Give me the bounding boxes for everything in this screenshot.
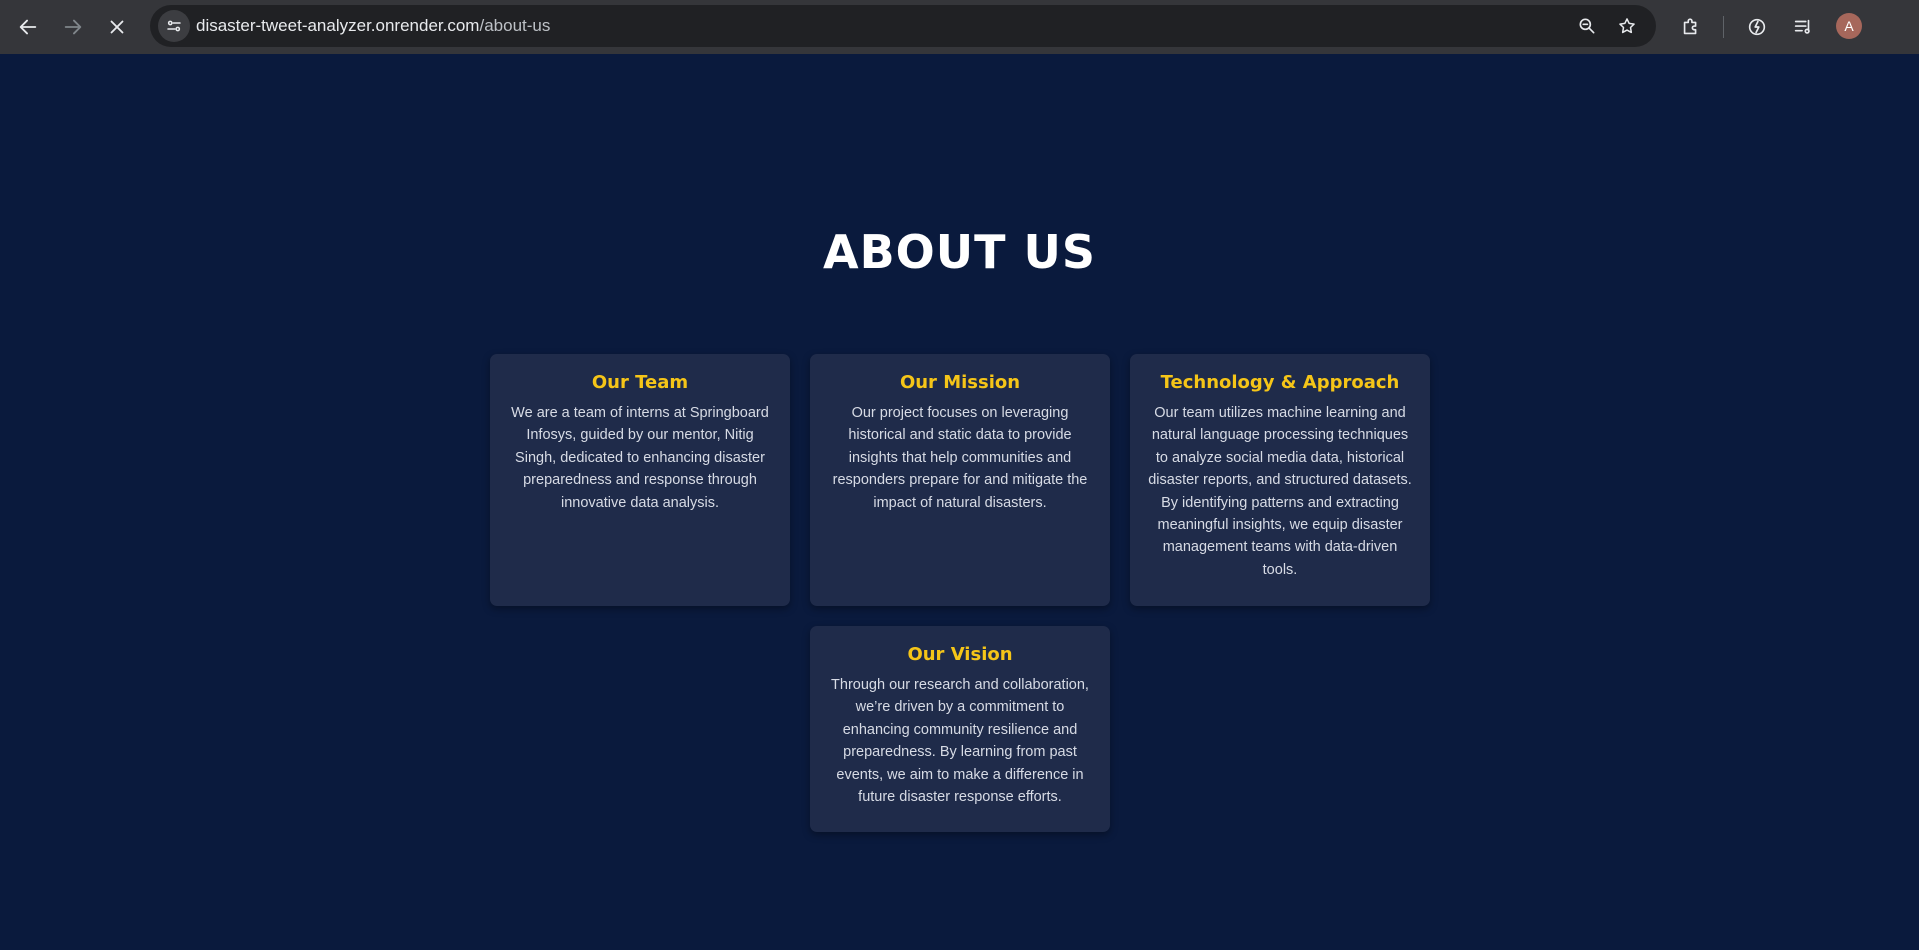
forward-button[interactable] [55, 9, 91, 45]
card-title: Our Team [591, 372, 689, 393]
card-text: Our project focuses on leveraging histor… [832, 405, 1088, 511]
card-technology-approach: Technology & Approach Our team utilizes … [1130, 354, 1430, 606]
browser-toolbar: disaster-tweet-analyzer.onrender.com/abo… [0, 0, 1919, 54]
card-text: Through our research and collaboration, … [831, 677, 1089, 806]
leaf-speed-icon [1748, 18, 1766, 36]
zoom-icon [1579, 18, 1595, 34]
extensions-button[interactable] [1676, 12, 1706, 42]
close-icon [110, 20, 124, 34]
toolbar-divider [1723, 16, 1724, 38]
puzzle-icon [1683, 18, 1697, 35]
profile-avatar[interactable]: A [1836, 13, 1862, 39]
card-text: Our team utilizes machine learning and n… [1148, 405, 1412, 578]
card-title: Our Vision [907, 644, 1013, 665]
media-queue-icon [1794, 19, 1810, 34]
media-controls-button[interactable] [1788, 12, 1818, 42]
performance-button[interactable] [1742, 12, 1772, 42]
page-title: ABOUT US [823, 225, 1096, 279]
card-our-mission: Our Mission Our project focuses on lever… [810, 354, 1110, 606]
card-title: Technology & Approach [1160, 372, 1400, 393]
url-path: /about-us [479, 16, 551, 35]
arrow-left-icon [19, 19, 37, 35]
card-our-team: Our Team We are a team of interns at Spr… [490, 354, 790, 606]
about-us-page: ABOUT US Our Team We are a team of inter… [0, 54, 1919, 950]
card-our-vision: Our Vision Through our research and coll… [810, 626, 1110, 832]
card-title: Our Mission [899, 372, 1021, 393]
bookmark-button[interactable] [1614, 13, 1640, 39]
url-domain: disaster-tweet-analyzer.onrender.com [196, 16, 480, 35]
star-icon [1619, 18, 1635, 34]
back-button[interactable] [10, 9, 46, 45]
arrow-right-icon [64, 19, 82, 35]
url-text[interactable]: disaster-tweet-analyzer.onrender.com/abo… [196, 15, 550, 37]
zoom-button[interactable] [1574, 13, 1600, 39]
card-text: We are a team of interns at Springboard … [511, 405, 769, 511]
stop-loading-button[interactable] [99, 9, 135, 45]
tune-icon [167, 20, 181, 32]
site-info-button[interactable] [158, 10, 190, 42]
address-bar[interactable]: disaster-tweet-analyzer.onrender.com/abo… [150, 5, 1656, 47]
